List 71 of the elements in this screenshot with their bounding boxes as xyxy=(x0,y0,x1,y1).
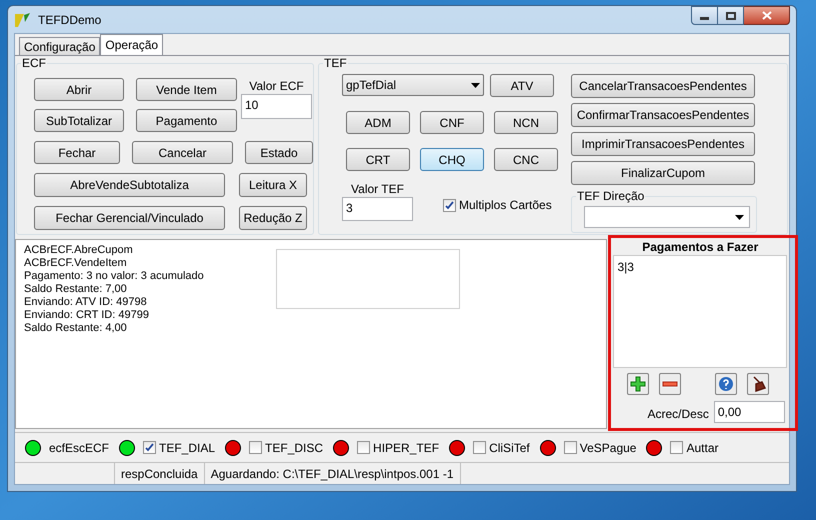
checkbox[interactable] xyxy=(670,441,684,454)
text-field[interactable]: 10 xyxy=(241,94,312,119)
push-button[interactable]: CHQ xyxy=(420,148,484,171)
panel-title: Pagamentos a Fazer xyxy=(641,240,760,255)
app-logo-icon xyxy=(14,12,32,28)
close-button[interactable] xyxy=(744,6,790,25)
push-button[interactable]: Estado xyxy=(245,141,313,164)
checkbox[interactable] xyxy=(249,441,262,454)
push-button[interactable]: ADM xyxy=(346,111,410,134)
checkbox-label: VeSPague xyxy=(580,440,636,456)
push-button[interactable]: AbreVendeSubtotaliza xyxy=(34,173,225,197)
checkbox[interactable] xyxy=(143,441,156,454)
field-label: Acrec/Desc xyxy=(647,406,709,423)
help-icon xyxy=(718,376,734,392)
field-label: Valor TEF xyxy=(351,181,404,197)
push-button[interactable]: Fechar Gerencial/Vinculado xyxy=(34,206,225,230)
group-title: ECF xyxy=(21,56,47,70)
push-button[interactable]: CRT xyxy=(346,148,410,171)
minimize-button[interactable] xyxy=(691,6,718,25)
field-label: Valor ECF xyxy=(249,78,304,94)
check-icon xyxy=(145,443,154,452)
push-button[interactable]: NCN xyxy=(494,111,558,134)
tool-button[interactable] xyxy=(747,373,770,395)
push-button[interactable]: Pagamento xyxy=(136,109,237,132)
window-title: TEFDDemo xyxy=(38,12,102,28)
push-button[interactable]: Redução Z xyxy=(239,206,307,230)
close-icon xyxy=(762,11,772,20)
push-button[interactable]: CNF xyxy=(420,111,484,134)
checkbox[interactable] xyxy=(564,441,577,454)
help-button[interactable] xyxy=(715,373,738,395)
status-text: Aguardando: C:\TEF_DIAL\resp\intpos.001 -1 xyxy=(204,463,461,484)
push-button[interactable]: Leitura X xyxy=(239,173,307,197)
group-title: TEF Direção xyxy=(576,189,646,203)
push-button[interactable]: Abrir xyxy=(34,78,124,101)
push-button[interactable]: CNC xyxy=(494,148,558,171)
minus-icon xyxy=(662,381,678,387)
check-icon xyxy=(445,200,454,210)
checkbox-label: CliSiTef xyxy=(489,440,530,456)
checkbox[interactable] xyxy=(473,441,486,454)
checkbox-label: Multiplos Cartões xyxy=(459,197,552,214)
maximize-button[interactable] xyxy=(718,6,744,25)
checkbox-label: TEF_DIAL xyxy=(159,440,216,456)
push-button[interactable]: Vende Item xyxy=(136,78,237,101)
push-button[interactable]: FinalizarCupom xyxy=(571,161,755,185)
checkbox-label: Auttar xyxy=(686,440,718,456)
group-title: TEF xyxy=(323,56,348,70)
dropdown[interactable]: gpTefDial xyxy=(342,74,484,96)
caret-icon xyxy=(471,82,480,88)
push-button[interactable]: SubTotalizar xyxy=(34,109,124,132)
tab[interactable]: Configuração xyxy=(19,37,100,55)
remove-button[interactable] xyxy=(659,373,682,395)
tab[interactable]: Operação xyxy=(100,34,164,55)
status-text: respConcluida xyxy=(115,463,205,484)
log-text: ACBrECF.AbreCupom ACBrECF.VendeItem Pagamento: 3 no valor: 3 acumulado Saldo Restante: 7,00 Enviando: ATV ID: 49798 Enviando: CRT ID: 49799 Saldo Restante: 4,00 xyxy=(24,244,205,336)
payments-list: 3|3 xyxy=(613,255,787,368)
push-button[interactable]: Fechar xyxy=(34,141,120,164)
checkbox[interactable] xyxy=(443,198,456,212)
push-button[interactable]: ATV xyxy=(490,74,554,97)
checkbox-label: HIPER_TEF xyxy=(373,440,440,456)
indicator-label: ecfEscECF xyxy=(49,440,110,456)
plus-icon xyxy=(630,376,646,392)
push-button[interactable]: CancelarTransacoesPendentes xyxy=(571,74,755,98)
text-field[interactable]: 3 xyxy=(342,197,413,221)
checkbox-label: TEF_DISC xyxy=(265,440,324,456)
text-field[interactable]: 0,00 xyxy=(714,401,785,423)
push-button[interactable]: ConfirmarTransacoesPendentes xyxy=(571,103,755,127)
checkbox[interactable] xyxy=(357,441,370,454)
add-button[interactable] xyxy=(627,373,650,395)
push-button[interactable]: ImprimirTransacoesPendentes xyxy=(571,132,755,156)
push-button[interactable]: Cancelar xyxy=(132,141,233,164)
caret-icon xyxy=(735,214,744,220)
